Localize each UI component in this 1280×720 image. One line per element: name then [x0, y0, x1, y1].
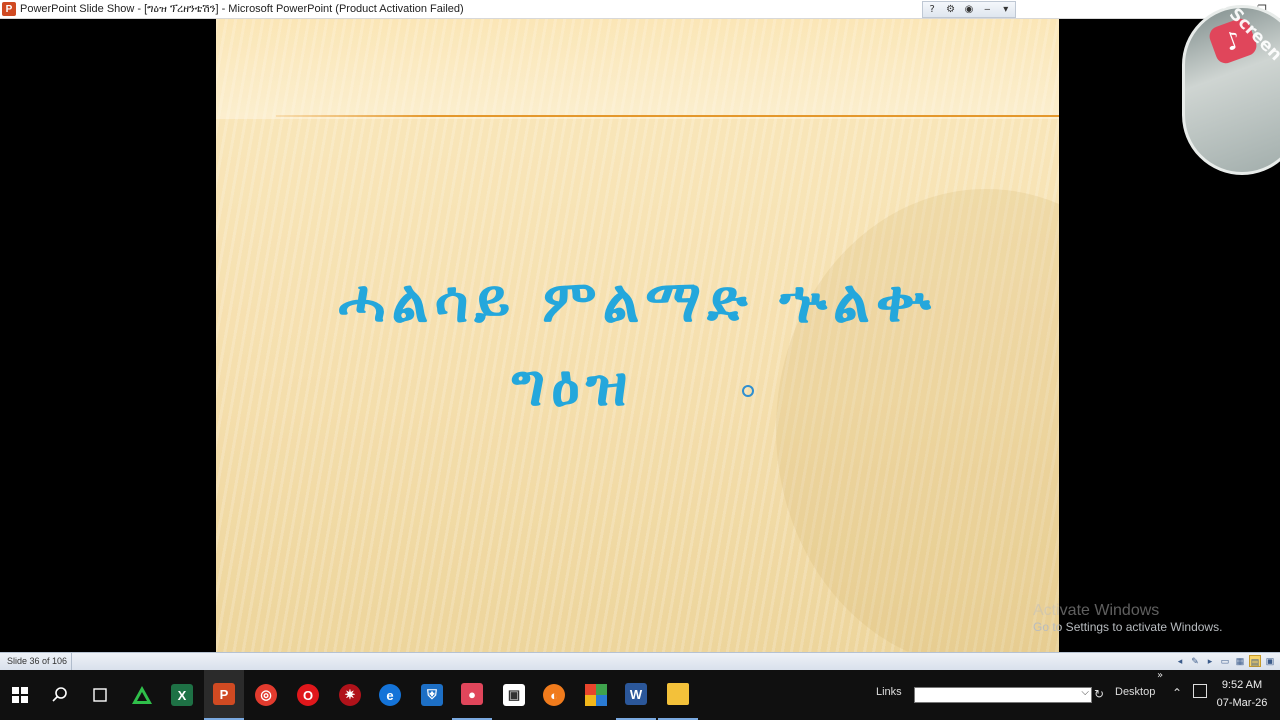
red-gear-app-icon: ✷ [339, 684, 361, 706]
presentation-slide[interactable]: ሓልሳይ ምልማድ ኍልቍ ግዕዝ [216, 19, 1059, 652]
view-buttons: ◂ ✎ ▸ ▭ ▦ ▤ ▣ [1174, 655, 1276, 667]
reading-view-icon[interactable]: ▤ [1249, 655, 1261, 667]
next-slide-icon[interactable]: ▸ [1204, 655, 1216, 667]
folder-icon [667, 683, 689, 705]
refresh-icon[interactable]: ↻ [1094, 687, 1106, 701]
activation-subtitle: Go to Settings to activate Windows. [1033, 620, 1223, 634]
start-button[interactable] [0, 670, 40, 720]
opera-icon: O [297, 684, 319, 706]
slideshow-view-icon[interactable]: ▣ [1264, 655, 1276, 667]
recorder-icon: ● [461, 683, 483, 705]
slide-highlight [216, 19, 1059, 119]
system-clock[interactable]: 9:52 AM 07-Mar-26 [1212, 676, 1272, 712]
taskbar-security[interactable]: ⛨ [412, 670, 452, 720]
powerpoint-app-icon[interactable]: P [2, 2, 16, 16]
show-hidden-icons[interactable]: ⌃ [1172, 686, 1182, 700]
slide-title-line2: ግዕዝ [511, 351, 634, 419]
slide-title: ሓልሳይ ምልማድ ኍልቍ ግዕዝ [216, 259, 1059, 427]
status-bar: Slide 36 of 106 ◂ ✎ ▸ ▭ ▦ ▤ ▣ [0, 652, 1280, 670]
taskbar-app-green[interactable] [122, 670, 162, 720]
pointer-cursor-icon [742, 385, 754, 397]
activation-watermark: Activate Windows Go to Settings to activ… [1033, 601, 1222, 635]
screen: P PowerPoint Slide Show - [ግዕዝ ፕረዘንቴሽን] … [0, 0, 1280, 720]
taskbar-opera[interactable]: O [288, 670, 328, 720]
window-title: PowerPoint Slide Show - [ግዕዝ ፕረዘንቴሽን] - … [20, 2, 464, 15]
pen-icon[interactable]: ✎ [1189, 655, 1201, 667]
firefox-icon: ◐ [543, 684, 565, 706]
links-toolbar-label[interactable]: Links [876, 686, 902, 698]
task-view-icon [93, 688, 107, 702]
clock-time: 9:52 AM [1221, 679, 1263, 691]
word-icon: W [625, 683, 647, 705]
taskbar-powerpoint[interactable]: P [204, 670, 244, 720]
taskbar-word[interactable]: W [616, 670, 656, 720]
chevron-down-icon[interactable]: ⌵ [1081, 687, 1089, 698]
previous-slide-icon[interactable]: ◂ [1174, 655, 1186, 667]
excel-icon: X [171, 684, 193, 706]
green-triangle-app-icon [132, 686, 152, 704]
options-icon[interactable]: ◉ [962, 4, 976, 15]
slide-divider-line [276, 115, 1059, 117]
taskbar-app-red-circle[interactable]: ◎ [246, 670, 286, 720]
help-icon[interactable]: ? [925, 4, 939, 15]
red-circle-app-icon: ◎ [255, 684, 277, 706]
tools-icon[interactable]: ⚙ [944, 4, 958, 15]
minimize-ribbon-icon[interactable]: ‒ [980, 4, 994, 15]
taskbar-firefox[interactable]: ◐ [534, 670, 574, 720]
address-bar[interactable]: ⌵ [914, 687, 1092, 703]
search-icon [52, 687, 67, 702]
windows-logo-icon [12, 687, 28, 703]
clock-date: 07-Mar-26 [1216, 697, 1268, 709]
titlebar-tools: ? ⚙ ◉ ‒ ▾ [922, 1, 1016, 18]
task-view-button[interactable] [80, 670, 120, 720]
taskbar-app-red-gear[interactable]: ✷ [330, 670, 370, 720]
taskbar-screen-recorder[interactable]: ● [452, 670, 492, 720]
multicolor-app-icon [585, 684, 607, 706]
slide-sorter-icon[interactable]: ▦ [1234, 655, 1246, 667]
window-titlebar: P PowerPoint Slide Show - [ግዕዝ ፕረዘንቴሽን] … [0, 0, 1280, 19]
taskbar-file-explorer[interactable] [658, 670, 698, 720]
slide-title-line1: ሓልሳይ ምልማድ ኍልቍ [338, 267, 937, 335]
taskbar-excel[interactable]: X [162, 670, 202, 720]
taskbar-store[interactable]: ▣ [494, 670, 534, 720]
toolbar-overflow-chevron[interactable]: » [1157, 670, 1163, 681]
normal-view-icon[interactable]: ▭ [1219, 655, 1231, 667]
powerpoint-icon: P [213, 683, 235, 705]
edge-icon: e [379, 684, 401, 706]
desktop-toolbar-label[interactable]: Desktop [1115, 686, 1155, 698]
store-icon: ▣ [503, 684, 525, 706]
taskbar-app-multicolor[interactable] [576, 670, 616, 720]
taskbar-edge[interactable]: e [370, 670, 410, 720]
activation-title: Activate Windows [1033, 602, 1160, 619]
dropdown-icon[interactable]: ▾ [999, 4, 1013, 15]
search-button[interactable] [40, 670, 80, 720]
slide-counter: Slide 36 of 106 [3, 653, 73, 670]
notification-icon[interactable] [1193, 684, 1207, 698]
shield-icon: ⛨ [421, 684, 443, 706]
